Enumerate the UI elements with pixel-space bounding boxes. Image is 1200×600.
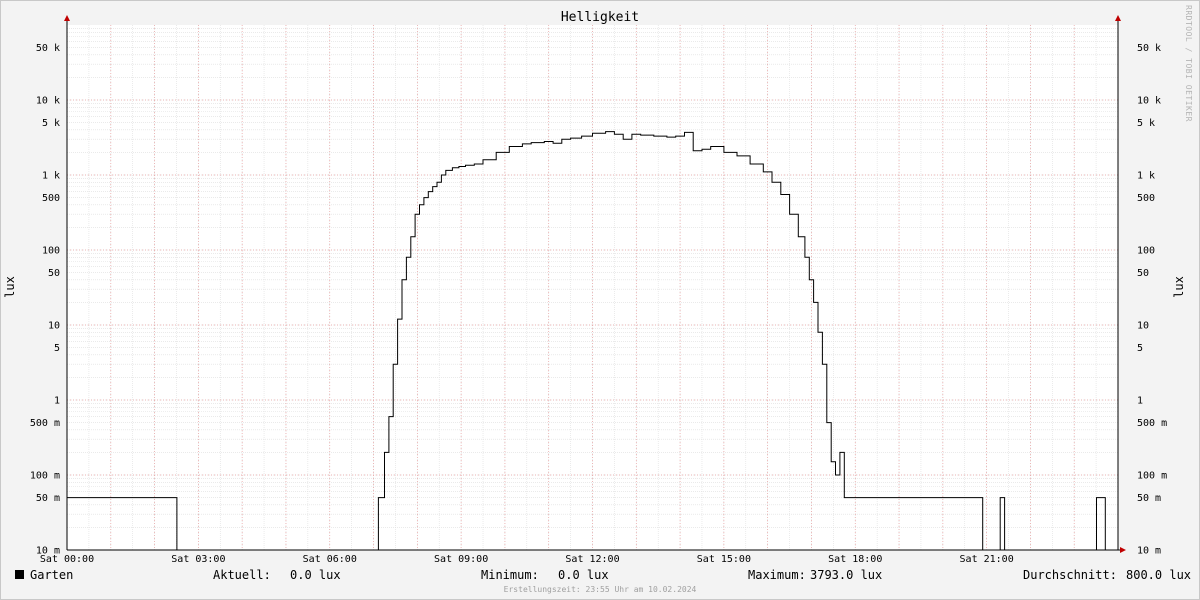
y-tick-label-left: 5 k [42,118,60,129]
y-tick-label-left: 1 k [42,171,60,182]
x-tick-label: Sat 00:00 [40,554,94,565]
y-tick-label-left: 1 [54,396,60,407]
legend-avg-label: Durchschnitt: [1023,568,1117,582]
y-tick-label-right: 1 [1137,396,1143,407]
x-tick-label: Sat 18:00 [828,554,882,565]
y-tick-label-right: 50 [1137,268,1149,279]
x-tick-label: Sat 06:00 [303,554,357,565]
y-axis-right-arrow [1115,15,1121,21]
y-tick-label-left: 500 m [30,418,60,429]
y-tick-label-right: 50 k [1137,43,1161,54]
y-tick-label-left: 10 k [36,96,60,107]
y-tick-label-left: 50 m [36,493,60,504]
y-tick-label-right: 100 [1137,246,1155,257]
y-tick-label-right: 50 m [1137,493,1161,504]
y-tick-label-left: 5 [54,343,60,354]
y-tick-label-right: 100 m [1137,471,1167,482]
y-tick-label-left: 50 k [36,43,60,54]
y-tick-label-left: 100 [42,246,60,257]
legend-swatch [15,570,24,579]
x-tick-label: Sat 12:00 [565,554,619,565]
x-tick-labels: Sat 00:00 Sat 03:00 Sat 06:00 Sat 09:00 Sat … [40,554,1014,565]
y-tick-label-left: 500 [42,193,60,204]
y-tick-label-right: 10 [1137,321,1149,332]
x-tick-label: Sat 03:00 [171,554,225,565]
legend-current-value: 0.0 lux [290,568,341,582]
chart-svg: 10 m 10 m50 m 50 m100 m 100 m500 m 500 m1 15 5… [30,15,1167,565]
y-tick-label-left: 100 m [30,471,60,482]
y-tick-label-right: 500 [1137,193,1155,204]
y-tick-label-right: 5 k [1137,118,1155,129]
x-axis-arrow [1120,547,1126,553]
y-tick-label-left: 10 [48,321,60,332]
x-tick-label: Sat 21:00 [960,554,1014,565]
creation-time-footer: Erstellungszeit: 23:55 Uhr am 10.02.2024 [503,585,697,594]
x-tick-label: Sat 09:00 [434,554,488,565]
legend-min-label: Minimum: [481,568,539,582]
legend-max-label: Maximum: [748,568,806,582]
legend-current-label: Aktuell: [213,568,271,582]
y-tick-label-right: 10 m [1137,546,1161,557]
y-tick-label-right: 10 k [1137,96,1161,107]
y-axis-left-arrow [64,15,70,21]
legend-min-value: 0.0 lux [558,568,609,582]
y-tick-label-right: 5 [1137,343,1143,354]
legend-series-name: Garten [30,568,74,582]
legend-max-value: 3793.0 lux [810,568,883,582]
y-tick-label-left: 50 [48,268,60,279]
y-tick-label-right: 500 m [1137,418,1167,429]
legend-avg-value: 800.0 lux [1126,568,1192,582]
x-tick-label: Sat 15:00 [697,554,751,565]
y-tick-label-right: 1 k [1137,171,1155,182]
